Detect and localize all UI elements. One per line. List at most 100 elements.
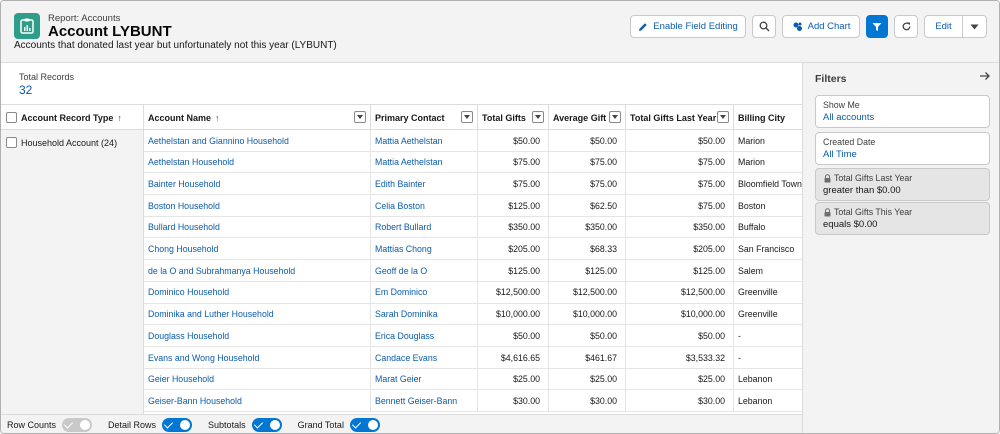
filter-label-text: Created Date	[823, 137, 876, 147]
total-gifts-last-year-cell: $10,000.00	[626, 303, 734, 325]
primary-contact-link[interactable]: Em Dominico	[371, 281, 478, 303]
total-gifts-cell: $50.00	[478, 130, 549, 151]
billing-city-cell: Bloomfield Towns	[738, 178, 802, 189]
primary-contact-link[interactable]: Sarah Dominika	[371, 303, 478, 325]
account-name-link[interactable]: Geiser-Bann Household	[144, 390, 371, 412]
table-row: Bainter Household Edith Bainter $75.00 $75.…	[144, 173, 802, 196]
billing-city-cell: Buffalo	[738, 222, 766, 233]
billing-city-cell: Marion	[738, 157, 765, 168]
primary-contact-link[interactable]: Mattias Chong	[371, 238, 478, 260]
table-row: Aethelstan and Giannino Household Mattia …	[144, 130, 802, 152]
filter-label-text: Total Gifts Last Year	[834, 173, 913, 183]
table-row: Evans and Wong Household Candace Evans $4,…	[144, 347, 802, 369]
table-row: Boston Household Celia Boston $125.00 $62.5…	[144, 195, 802, 217]
group-checkbox[interactable]	[6, 137, 17, 148]
account-name-link[interactable]: Boston Household	[144, 195, 371, 217]
edit-button[interactable]: Edit	[924, 15, 963, 38]
filter-button[interactable]	[866, 15, 888, 38]
total-gifts-last-year-cell: $12,500.00	[626, 281, 734, 303]
column-header-average-gift[interactable]: Average Gift	[549, 105, 626, 130]
filter-label: Total Gifts This Year	[823, 207, 982, 217]
detail-rows-toggle[interactable]	[162, 418, 193, 432]
grand-total-toggle[interactable]	[349, 418, 380, 432]
account-name-link[interactable]: Dominico Household	[144, 281, 371, 303]
primary-contact-link[interactable]: Erica Douglass	[371, 325, 478, 347]
primary-contact-link[interactable]: Edith Bainter	[371, 173, 478, 195]
account-name-link[interactable]: Aethelstan Household	[144, 151, 371, 173]
total-gifts-cell: $75.00	[478, 151, 549, 173]
search-button[interactable]	[752, 15, 776, 38]
report-table: Account Record Type ↑ Account Name ↑ Pri…	[1, 104, 802, 414]
column-menu-icon[interactable]	[532, 111, 544, 123]
filter-card[interactable]: Created Date All Time	[815, 132, 990, 165]
arrow-right-icon[interactable]	[979, 70, 991, 85]
select-all-checkbox[interactable]	[6, 112, 17, 123]
account-name-link[interactable]: Bullard Household	[144, 216, 371, 238]
filter-label: Total Gifts Last Year	[823, 173, 982, 183]
enable-field-editing-button[interactable]: Enable Field Editing	[630, 15, 746, 38]
chevron-down-icon	[970, 24, 979, 29]
report-description: Accounts that donated last year but unfo…	[14, 40, 337, 51]
sort-ascending-icon: ↑	[117, 112, 122, 123]
subtotals-label: Subtotals	[208, 420, 246, 430]
billing-city-cell: Greenville	[738, 309, 778, 320]
check-icon	[163, 419, 174, 429]
table-row: Geiser-Bann Household Bennett Geiser-Bann…	[144, 390, 802, 413]
average-gift-cell: $50.00	[549, 130, 626, 151]
total-gifts-last-year-cell: $30.00	[626, 390, 734, 412]
total-gifts-cell: $125.00	[478, 260, 549, 282]
account-name-link[interactable]: Douglass Household	[144, 325, 371, 347]
column-header-total-gifts[interactable]: Total Gifts	[478, 105, 549, 130]
table-row: Douglass Household Erica Douglass $50.00 $5…	[144, 325, 802, 347]
total-gifts-last-year-cell: $125.00	[626, 260, 734, 282]
billing-city-cell: Lebanon	[738, 395, 773, 406]
column-menu-icon[interactable]	[461, 111, 473, 123]
group-row-household-account[interactable]: Household Account (24)	[6, 137, 117, 148]
total-gifts-cell: $125.00	[478, 195, 549, 217]
column-header-total-gifts-last-year[interactable]: Total Gifts Last Year	[626, 105, 734, 130]
lock-icon	[824, 207, 831, 216]
table-row: Chong Household Mattias Chong $205.00 $68.3…	[144, 238, 802, 261]
account-name-link[interactable]: Dominika and Luther Household	[144, 303, 371, 325]
primary-contact-link[interactable]: Candace Evans	[371, 347, 478, 368]
column-header-account-name[interactable]: Account Name ↑	[144, 105, 371, 130]
primary-contact-link[interactable]: Marat Geier	[371, 368, 478, 390]
column-menu-icon[interactable]	[354, 111, 366, 123]
row-counts-toggle[interactable]	[62, 418, 93, 432]
primary-contact-link[interactable]: Celia Boston	[371, 195, 478, 217]
refresh-button[interactable]	[894, 15, 918, 38]
total-gifts-cell: $205.00	[478, 238, 549, 260]
column-header-billing-city[interactable]: Billing City	[734, 105, 802, 130]
primary-contact-link[interactable]: Mattia Aethelstan	[371, 151, 478, 173]
billing-city-cell: Boston	[738, 200, 766, 211]
average-gift-cell: $75.00	[549, 151, 626, 173]
account-name-link[interactable]: Evans and Wong Household	[144, 347, 371, 368]
subtotals-toggle[interactable]	[251, 418, 282, 432]
filter-card: Total Gifts This Year equals $0.00	[815, 202, 990, 235]
account-name-link[interactable]: Bainter Household	[144, 173, 371, 195]
average-gift-cell: $50.00	[549, 325, 626, 347]
table-row: Dominico Household Em Dominico $12,500.00 $…	[144, 281, 802, 304]
account-name-link[interactable]: Chong Household	[144, 238, 371, 260]
primary-contact-link[interactable]: Robert Bullard	[371, 216, 478, 238]
account-name-link[interactable]: Geier Household	[144, 368, 371, 390]
table-header: Account Record Type ↑ Account Name ↑ Pri…	[1, 104, 802, 130]
total-gifts-cell: $30.00	[478, 390, 549, 412]
report-footer: Row Counts Detail Rows Subtotals Grand T…	[1, 414, 802, 433]
row-counts-toggle-group: Row Counts	[7, 418, 93, 432]
add-chart-button[interactable]: Add Chart	[782, 15, 860, 38]
account-name-link[interactable]: de la O and Subrahmanya Household	[144, 260, 371, 282]
average-gift-cell: $62.50	[549, 195, 626, 217]
column-menu-icon[interactable]	[717, 111, 729, 123]
filter-card[interactable]: Show Me All accounts	[815, 95, 990, 128]
column-menu-icon[interactable]	[609, 111, 621, 123]
toggle-knob	[269, 420, 280, 430]
primary-contact-link[interactable]: Mattia Aethelstan	[371, 130, 478, 151]
account-name-link[interactable]: Aethelstan and Giannino Household	[144, 130, 371, 151]
column-header-primary-contact[interactable]: Primary Contact	[371, 105, 478, 130]
primary-contact-link[interactable]: Bennett Geiser-Bann	[371, 390, 478, 412]
edit-menu-button[interactable]	[962, 15, 987, 38]
primary-contact-link[interactable]: Geoff de la O	[371, 260, 478, 282]
filter-label-text: Show Me	[823, 100, 860, 110]
column-header-record-type[interactable]: Account Record Type ↑	[1, 105, 144, 130]
